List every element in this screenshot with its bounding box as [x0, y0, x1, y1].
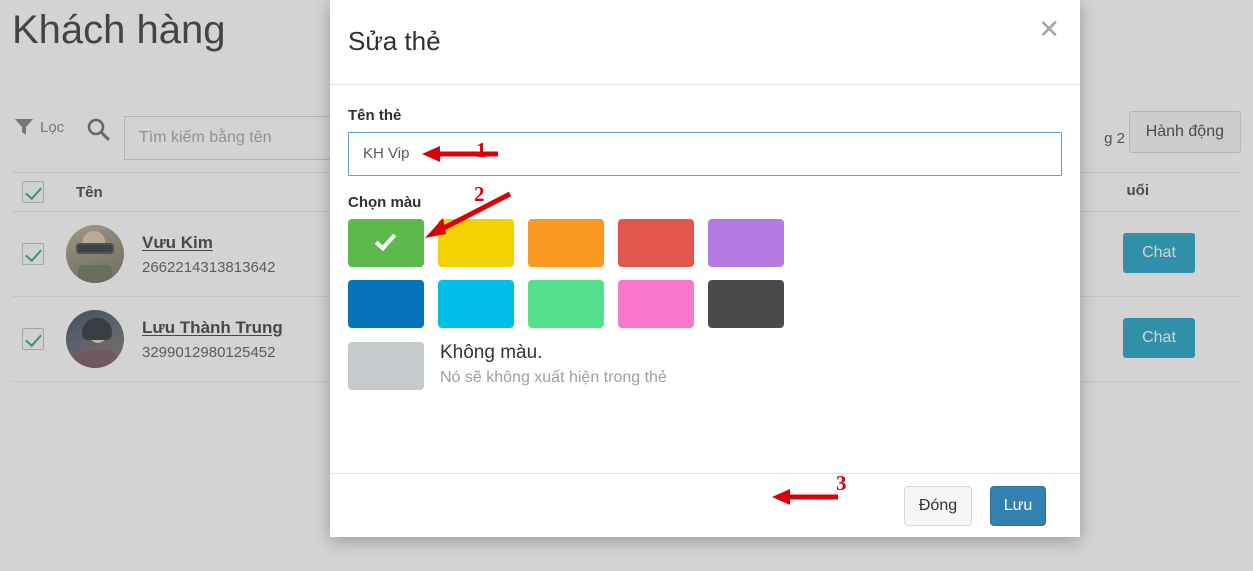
- row-checkbox[interactable]: [22, 243, 44, 265]
- check-icon: [374, 228, 397, 252]
- modal-header: Sửa thẻ ✕: [330, 0, 1080, 85]
- row-checkbox[interactable]: [22, 328, 44, 350]
- close-icon[interactable]: ✕: [1032, 10, 1066, 48]
- page-title: Khách hàng: [12, 8, 226, 52]
- avatar: [66, 225, 124, 283]
- color-swatch-purple[interactable]: [708, 219, 784, 267]
- avatar: [66, 310, 124, 368]
- tag-name-label: Tên thẻ: [348, 107, 402, 124]
- annotation-number-3: 3: [836, 471, 847, 495]
- color-swatch-blue[interactable]: [348, 280, 424, 328]
- customer-info: Vưu Kim 2662214313813642: [142, 233, 275, 276]
- edit-tag-modal: Sửa thẻ ✕ Tên thẻ KH Vip Chọn màu Không …: [330, 0, 1080, 537]
- modal-footer: Đóng Lưu: [330, 473, 1080, 537]
- modal-title: Sửa thẻ: [348, 26, 441, 56]
- color-swatch-grid: [348, 219, 784, 328]
- color-swatch-red[interactable]: [618, 219, 694, 267]
- modal-body: Tên thẻ KH Vip Chọn màu Không màu. Nó sẽ…: [330, 85, 1080, 400]
- page-indicator: g 2: [1104, 130, 1125, 147]
- no-color-option[interactable]: Không màu. Nó sẽ không xuất hiện trong t…: [348, 342, 1062, 390]
- customer-info: Lưu Thành Trung 3299012980125452: [142, 318, 283, 361]
- funnel-icon: [14, 118, 34, 136]
- customer-name[interactable]: Vưu Kim: [142, 233, 275, 253]
- customer-id: 2662214313813642: [142, 258, 276, 276]
- customer-id: 3299012980125452: [142, 343, 276, 361]
- action-button[interactable]: Hành động: [1128, 111, 1241, 153]
- color-swatch-yellow[interactable]: [438, 219, 514, 267]
- filter-control[interactable]: Lọc: [14, 118, 64, 136]
- search-icon[interactable]: [86, 117, 110, 141]
- customer-name[interactable]: Lưu Thành Trung: [142, 318, 283, 338]
- color-swatch-none[interactable]: [348, 342, 424, 390]
- column-header-last: uối: [1126, 182, 1150, 199]
- save-button[interactable]: Lưu: [990, 486, 1046, 526]
- annotation-number-1: 1: [476, 138, 487, 162]
- filter-label: Lọc: [40, 118, 65, 136]
- color-swatch-green[interactable]: [348, 219, 424, 267]
- no-color-title: Không màu.: [440, 342, 543, 363]
- annotation-number-2: 2: [474, 182, 485, 206]
- tag-name-input[interactable]: KH Vip: [348, 132, 1062, 176]
- color-swatch-cyan[interactable]: [438, 280, 514, 328]
- chat-button[interactable]: Chat: [1123, 318, 1195, 358]
- color-swatch-pink[interactable]: [618, 280, 694, 328]
- chat-button[interactable]: Chat: [1123, 233, 1195, 273]
- color-swatch-mint[interactable]: [528, 280, 604, 328]
- color-swatch-orange[interactable]: [528, 219, 604, 267]
- select-all-checkbox[interactable]: [22, 181, 44, 203]
- choose-color-label: Chọn màu: [348, 194, 422, 211]
- no-color-subtitle: Nó sẽ không xuất hiện trong thẻ: [440, 368, 667, 386]
- color-swatch-dark-gray[interactable]: [708, 280, 784, 328]
- cancel-button[interactable]: Đóng: [904, 486, 972, 526]
- column-header-name: Tên: [76, 183, 103, 201]
